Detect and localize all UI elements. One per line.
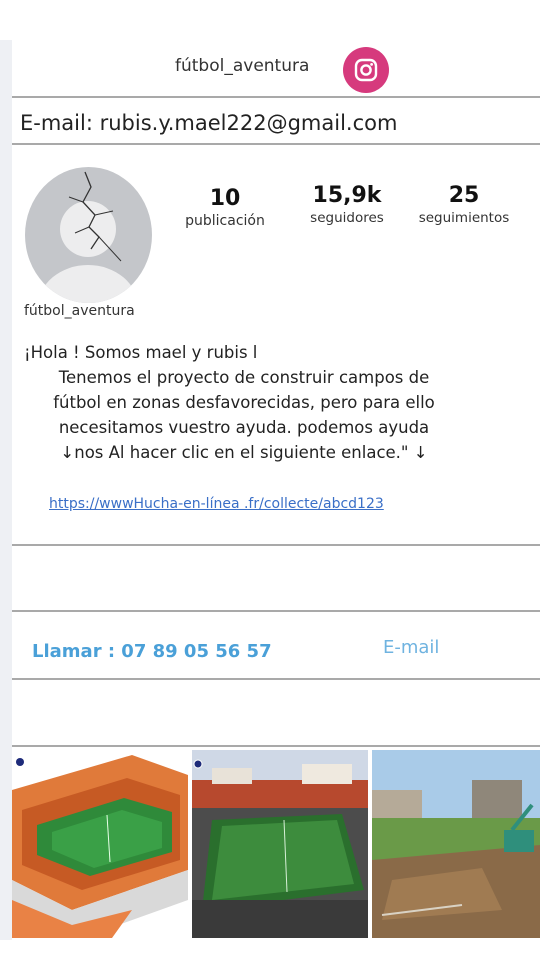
bio-line: ↓nos Al hacer clic en el siguiente enlac… [60,443,428,462]
divider [12,678,540,680]
email-button[interactable]: E-mail [383,637,439,658]
bio-line: necesitamos vuestro ayuda. podemos ayuda [58,418,430,437]
divider [12,143,540,145]
profile-header: fútbol_aventura [12,40,540,96]
stat-following-count: 25 [448,183,480,208]
fundraising-link[interactable]: https://wwwHucha-en-línea .fr/collecte/a… [49,496,384,512]
stat-following[interactable]: 25 seguimientos [404,183,524,227]
stat-followers[interactable]: 15,9k seguidores [296,183,398,227]
post-field-construction-site[interactable] [372,750,540,938]
left-edge-strip [0,40,12,940]
stat-posts-label: publicación [185,213,265,229]
bio-line: fútbol en zonas desfavorecidas, pero par… [53,393,435,412]
divider [12,96,540,98]
divider [12,544,540,546]
default-avatar-icon[interactable] [25,167,152,303]
bio-line: ¡Hola ! Somos mael y rubis l [24,343,258,362]
instagram-icon[interactable] [343,47,389,93]
stat-followers-count: 15,9k [312,183,382,208]
post-futsal-court-match[interactable] [192,750,368,938]
email-address-row: E-mail: rubis.y.mael222@gmail.com [20,111,398,135]
call-button[interactable]: Llamar : 07 89 05 56 57 [32,641,272,662]
bio-line: Tenemos el proyecto de construir campos … [58,368,430,387]
header-username: fútbol_aventura [175,56,310,76]
stat-posts-count: 10 [209,186,241,211]
stat-following-label: seguimientos [418,210,510,226]
stat-followers-label: seguidores [310,210,384,226]
divider [12,745,540,747]
divider [12,610,540,612]
post-stadium-render[interactable] [12,750,188,938]
stat-posts[interactable]: 10 publicación [170,186,280,230]
bio-text: ¡Hola ! Somos mael y rubis l Tenemos el … [24,340,464,465]
profile-username: fútbol_aventura [24,303,135,319]
